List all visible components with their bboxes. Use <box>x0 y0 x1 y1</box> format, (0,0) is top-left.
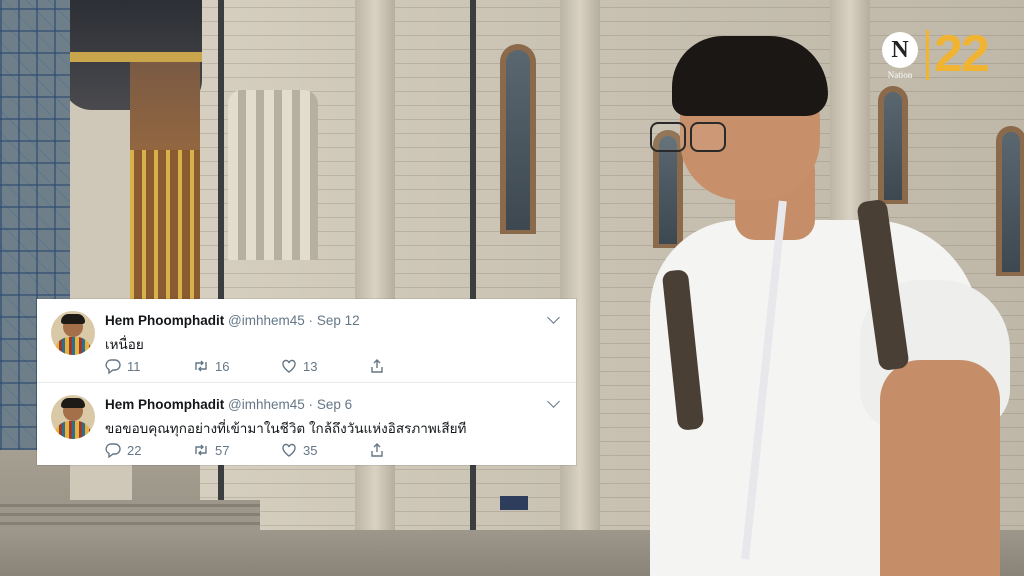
arched-window <box>500 44 536 234</box>
arm <box>880 360 1000 576</box>
display-name[interactable]: Hem Phoomphadit <box>105 397 224 412</box>
like-icon <box>281 442 297 458</box>
reply-button[interactable]: 22 <box>105 441 141 459</box>
share-button[interactable] <box>369 357 385 375</box>
retweet-count: 16 <box>215 358 230 374</box>
user-handle[interactable]: @imhhem45 <box>228 397 305 412</box>
reply-count: 22 <box>127 442 142 458</box>
retweet-count: 57 <box>215 442 230 458</box>
tweet[interactable]: Hem Phoomphadit @imhhem45 · Sep 6 ขอขอบค… <box>37 382 576 466</box>
like-count: 13 <box>303 358 318 374</box>
chevron-down-icon[interactable] <box>547 395 560 408</box>
wall-sign <box>500 496 528 510</box>
tweets-card: Hem Phoomphadit @imhhem45 · Sep 12 เหนื่… <box>37 299 576 465</box>
tweet[interactable]: Hem Phoomphadit @imhhem45 · Sep 12 เหนื่… <box>37 299 576 382</box>
background-photo <box>0 0 1024 576</box>
logo-number: 22 <box>934 25 990 83</box>
user-handle[interactable]: @imhhem45 <box>228 313 305 328</box>
tweet-header: Hem Phoomphadit @imhhem45 · Sep 12 <box>105 313 360 328</box>
tweet-date[interactable]: Sep 12 <box>317 313 360 328</box>
tweet-date[interactable]: Sep 6 <box>317 397 352 412</box>
reply-button[interactable]: 11 <box>105 357 141 375</box>
tweet-text: เหนื่อย <box>105 337 144 352</box>
glasses <box>644 122 748 152</box>
person-photo <box>640 30 1024 576</box>
like-button[interactable]: 13 <box>281 357 317 375</box>
like-icon <box>281 358 297 374</box>
glasses-lens <box>690 122 726 152</box>
retweet-button[interactable]: 16 <box>193 357 229 375</box>
share-icon <box>369 442 385 458</box>
hair <box>672 36 828 116</box>
separator: · <box>308 397 314 412</box>
tweet-header: Hem Phoomphadit @imhhem45 · Sep 6 <box>105 397 352 412</box>
tweet-actions: 11 16 13 <box>105 357 425 375</box>
fresco-arches <box>130 150 200 300</box>
share-icon <box>369 358 385 374</box>
blind-arcade <box>228 90 318 260</box>
retweet-icon <box>193 442 209 458</box>
share-button[interactable] <box>369 441 385 459</box>
logo-wordmark: Nation <box>887 70 913 80</box>
avatar[interactable] <box>51 395 95 439</box>
golden-trim <box>62 52 202 62</box>
reply-icon <box>105 358 121 374</box>
nation-22-logo: N Nation 22 <box>880 25 1010 83</box>
reply-count: 11 <box>127 358 141 374</box>
logo-divider <box>926 30 929 80</box>
avatar[interactable] <box>51 311 95 355</box>
like-count: 35 <box>303 442 318 458</box>
reply-icon <box>105 442 121 458</box>
display-name[interactable]: Hem Phoomphadit <box>105 313 224 328</box>
separator: · <box>308 313 314 328</box>
like-button[interactable]: 35 <box>281 441 317 459</box>
retweet-button[interactable]: 57 <box>193 441 229 459</box>
tweet-text: ขอขอบคุณทุกอย่างที่เข้ามาในชีวิต ใกล้ถึง… <box>105 421 467 436</box>
tweet-actions: 22 57 35 <box>105 441 425 459</box>
logo-letter: N <box>882 32 918 68</box>
glasses-lens <box>650 122 686 152</box>
chevron-down-icon[interactable] <box>547 311 560 324</box>
retweet-icon <box>193 358 209 374</box>
